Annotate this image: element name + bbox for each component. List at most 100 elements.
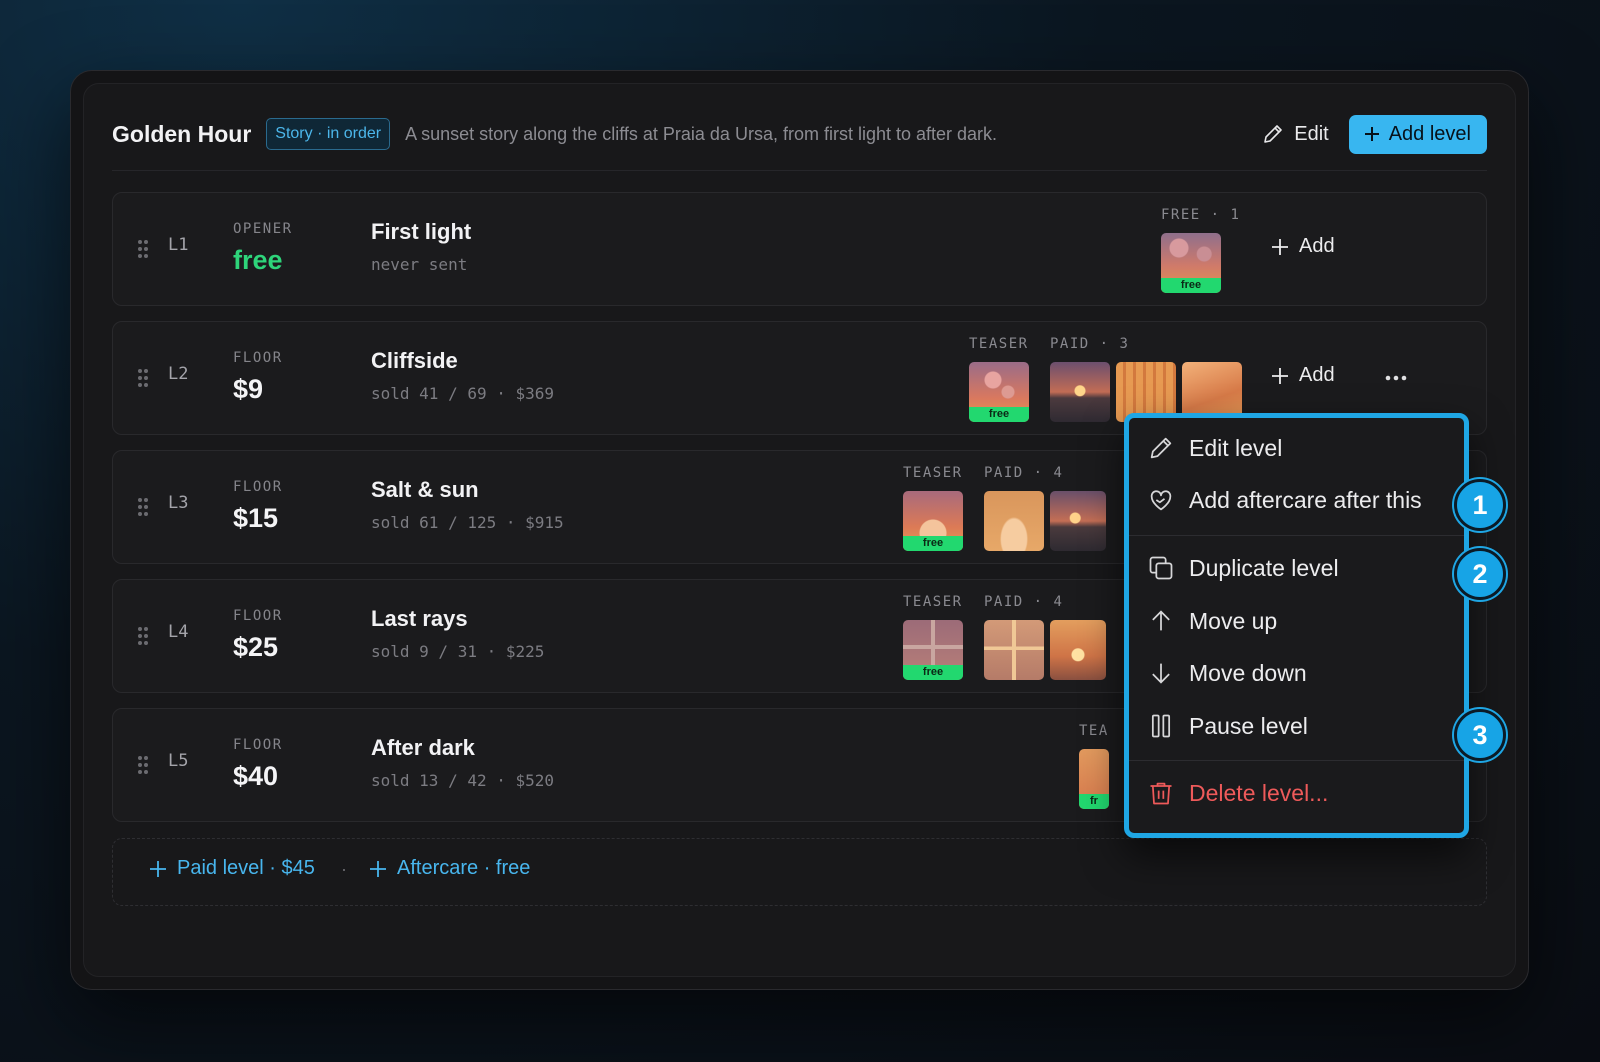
menu-item-label: Edit level bbox=[1189, 434, 1283, 461]
level-stats: sold 9 / 31 · $225 bbox=[371, 642, 545, 661]
pencil-icon bbox=[1150, 437, 1172, 459]
trash-icon bbox=[1150, 782, 1172, 805]
media-thumbnail[interactable] bbox=[984, 620, 1044, 680]
level-price: $25 bbox=[233, 632, 279, 662]
level-stats: sold 13 / 42 · $520 bbox=[371, 771, 555, 790]
menu-item-label: Duplicate level bbox=[1189, 554, 1339, 581]
drag-handle-icon[interactable] bbox=[137, 239, 149, 259]
paid-caption: PAID · 3 bbox=[1050, 336, 1130, 352]
plus-icon bbox=[150, 860, 166, 877]
media-thumbnail[interactable]: fr bbox=[1079, 749, 1109, 809]
level-kind: FLOOR bbox=[233, 350, 283, 366]
drag-handle-icon[interactable] bbox=[137, 626, 149, 646]
level-name: Last rays bbox=[371, 606, 468, 631]
level-stats: sold 41 / 69 · $369 bbox=[371, 384, 555, 403]
level-name: Cliffside bbox=[371, 348, 458, 373]
media-thumbnail[interactable]: free bbox=[1161, 233, 1221, 293]
teaser-caption: TEASER bbox=[903, 594, 963, 610]
pencil-icon bbox=[1264, 125, 1283, 143]
story-mode-badge[interactable]: Story · in order bbox=[266, 118, 391, 150]
level-name: First light bbox=[371, 219, 472, 244]
separator-dot: · bbox=[341, 859, 347, 879]
menu-item-move-up[interactable]: Move up bbox=[1147, 607, 1277, 635]
pause-icon bbox=[1151, 714, 1171, 738]
heart-hands-icon bbox=[1150, 490, 1172, 511]
level-price: $9 bbox=[233, 374, 264, 404]
plus-icon bbox=[1364, 127, 1379, 141]
story-title: Golden Hour bbox=[112, 120, 252, 147]
level-id: L2 bbox=[168, 364, 189, 384]
media-thumbnail[interactable] bbox=[1050, 362, 1110, 422]
level-kind: FLOOR bbox=[233, 737, 283, 753]
free-tag: fr bbox=[1079, 794, 1109, 809]
level-price: $15 bbox=[233, 503, 279, 533]
media-thumbnail[interactable] bbox=[1050, 620, 1106, 680]
menu-item-edit-level[interactable]: Edit level bbox=[1147, 434, 1282, 462]
level-row[interactable]: L1 OPENER free First light never sent FR… bbox=[112, 192, 1487, 306]
add-aftercare-link[interactable]: Aftercare · free bbox=[369, 857, 530, 880]
add-aftercare-label: Aftercare · free bbox=[397, 857, 531, 879]
media-thumbnail[interactable] bbox=[1050, 491, 1106, 551]
drag-handle-icon[interactable] bbox=[137, 497, 149, 517]
add-paid-level-link[interactable]: Paid level · $45 bbox=[149, 857, 315, 880]
level-id: L3 bbox=[168, 493, 189, 513]
add-level-row: Paid level · $45 · Aftercare · free bbox=[112, 838, 1487, 906]
level-id: L1 bbox=[168, 235, 189, 255]
media-thumbnail[interactable]: free bbox=[903, 620, 963, 680]
edit-story-label: Edit bbox=[1294, 122, 1329, 145]
level-id: L4 bbox=[168, 622, 189, 642]
media-thumbnail[interactable]: free bbox=[969, 362, 1029, 422]
header-divider bbox=[112, 170, 1487, 171]
menu-item-duplicate-level[interactable]: Duplicate level bbox=[1147, 554, 1339, 582]
add-media-button[interactable]: Add bbox=[1271, 364, 1335, 387]
plus-icon bbox=[370, 860, 386, 877]
menu-item-label: Move up bbox=[1189, 607, 1278, 634]
edit-story-button[interactable]: Edit bbox=[1261, 122, 1329, 146]
drag-handle-icon[interactable] bbox=[137, 755, 149, 775]
duplicate-icon bbox=[1149, 556, 1173, 580]
media-thumbnail[interactable] bbox=[984, 491, 1044, 551]
story-header: Golden Hour Story · in order A sunset st… bbox=[112, 110, 1487, 158]
paid-caption: PAID · 4 bbox=[984, 465, 1064, 481]
paid-caption: PAID · 4 bbox=[984, 594, 1064, 610]
free-caption: FREE · 1 bbox=[1161, 207, 1241, 223]
level-name: Salt & sun bbox=[371, 477, 479, 502]
menu-item-move-down[interactable]: Move down bbox=[1147, 659, 1307, 687]
level-id: L5 bbox=[168, 751, 189, 771]
add-paid-level-label: Paid level · $45 bbox=[177, 857, 315, 879]
callout-badge: 2 bbox=[1454, 548, 1506, 600]
add-level-label: Add level bbox=[1388, 122, 1471, 145]
callout-badge: 1 bbox=[1454, 479, 1506, 531]
free-tag: free bbox=[1161, 278, 1221, 293]
level-kind: FLOOR bbox=[233, 608, 283, 624]
story-description: A sunset story along the cliffs at Praia… bbox=[405, 123, 998, 144]
drag-handle-icon[interactable] bbox=[137, 368, 149, 388]
menu-item-delete-level[interactable]: Delete level... bbox=[1147, 779, 1328, 807]
menu-item-label: Pause level bbox=[1189, 712, 1308, 739]
more-options-icon[interactable] bbox=[1385, 375, 1407, 381]
level-kind: OPENER bbox=[233, 221, 293, 237]
menu-item-label: Move down bbox=[1189, 659, 1307, 686]
level-name: After dark bbox=[371, 735, 475, 760]
arrow-up-icon bbox=[1152, 610, 1170, 631]
free-tag: free bbox=[969, 407, 1029, 422]
menu-item-add-aftercare[interactable]: Add aftercare after this bbox=[1147, 486, 1422, 514]
media-thumbnail[interactable]: free bbox=[903, 491, 963, 551]
teaser-caption: TEASER bbox=[969, 336, 1029, 352]
add-level-button[interactable]: Add level bbox=[1348, 114, 1487, 154]
level-price: $40 bbox=[233, 761, 279, 791]
level-kind: FLOOR bbox=[233, 479, 283, 495]
free-tag: free bbox=[903, 665, 963, 680]
teaser-caption: TEASER bbox=[903, 465, 963, 481]
add-media-button[interactable]: Add bbox=[1271, 235, 1335, 258]
menu-divider bbox=[1129, 760, 1464, 761]
menu-item-pause-level[interactable]: Pause level bbox=[1147, 712, 1308, 740]
menu-item-label: Delete level... bbox=[1189, 779, 1329, 806]
add-media-label: Add bbox=[1299, 364, 1335, 386]
free-tag: free bbox=[903, 536, 963, 551]
add-media-label: Add bbox=[1299, 235, 1335, 257]
menu-item-label: Add aftercare after this bbox=[1189, 486, 1422, 513]
level-stats: sold 61 / 125 · $915 bbox=[371, 513, 564, 532]
level-price: free bbox=[233, 245, 283, 275]
menu-divider bbox=[1129, 535, 1464, 536]
